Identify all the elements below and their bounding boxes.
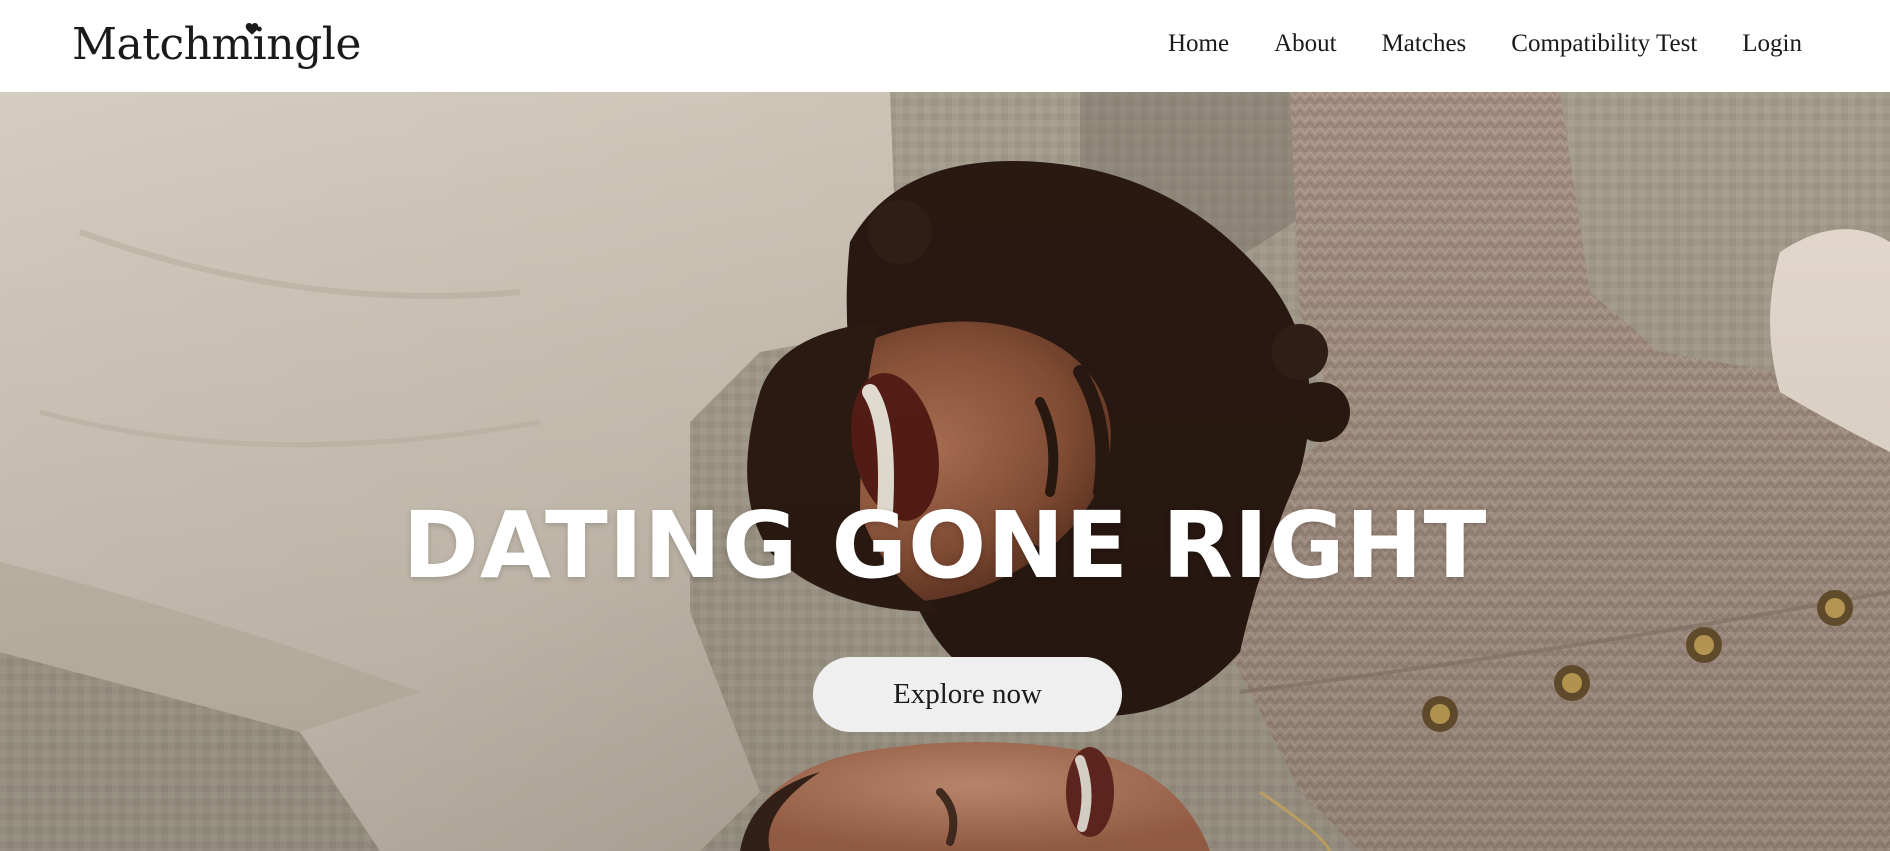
- logo-text: Matchmingle: [72, 19, 361, 70]
- nav-about[interactable]: About: [1274, 31, 1337, 56]
- hero-content: DATING GONE RIGHT Explore now: [0, 92, 1890, 851]
- hero-section: DATING GONE RIGHT Explore now: [0, 92, 1890, 851]
- site-logo[interactable]: Matchmingle: [72, 23, 361, 67]
- explore-now-button[interactable]: Explore now: [813, 657, 1122, 732]
- page: Matchmingle Home About Matches Compatibi…: [0, 0, 1890, 851]
- nav-matches[interactable]: Matches: [1382, 31, 1467, 56]
- nav-home[interactable]: Home: [1168, 31, 1229, 56]
- nav-login[interactable]: Login: [1742, 31, 1802, 56]
- hero-title: DATING GONE RIGHT: [402, 492, 1488, 599]
- main-nav: Home About Matches Compatibility Test Lo…: [1168, 31, 1802, 56]
- site-header: Matchmingle Home About Matches Compatibi…: [0, 0, 1890, 92]
- nav-compatibility-test[interactable]: Compatibility Test: [1511, 31, 1697, 56]
- heart-icon: [245, 23, 259, 35]
